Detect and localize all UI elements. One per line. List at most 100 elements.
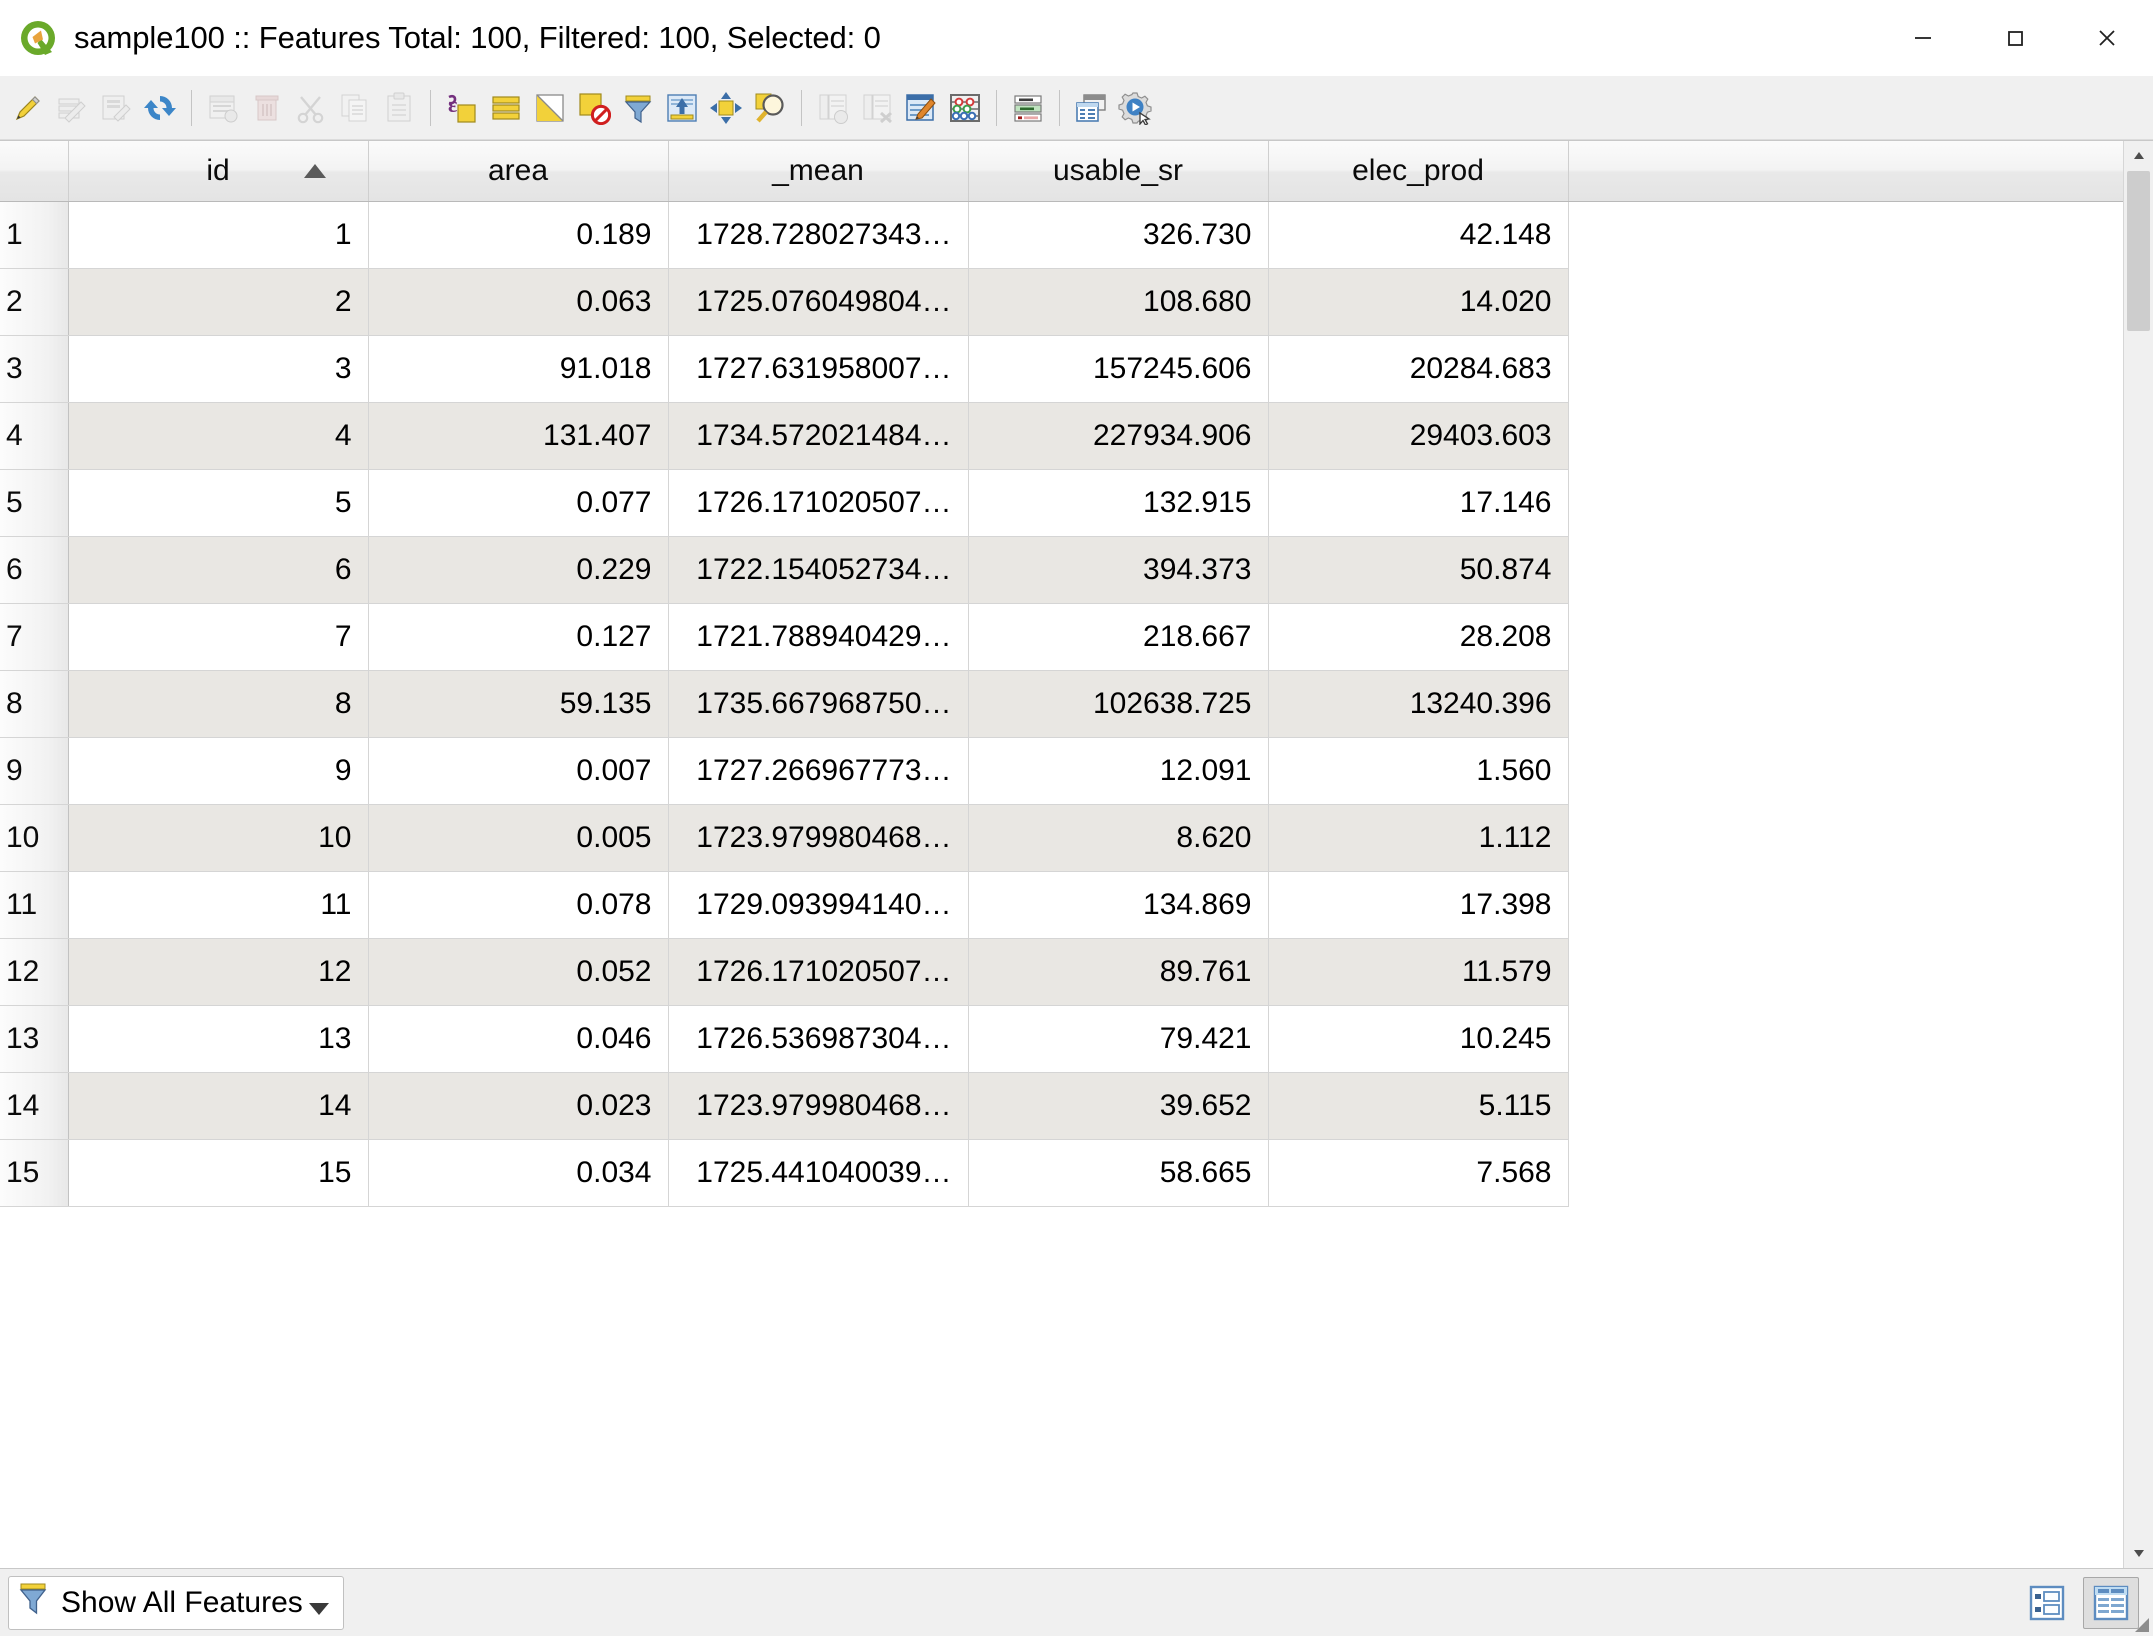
row-header-corner[interactable] bbox=[0, 141, 69, 202]
cell-usable-sr[interactable]: 108.680 bbox=[968, 268, 1269, 336]
cell-id[interactable]: 11 bbox=[68, 871, 369, 939]
cell-usable-sr[interactable]: 394.373 bbox=[968, 536, 1269, 604]
cell-area[interactable]: 0.077 bbox=[368, 469, 669, 537]
new-field-icon[interactable] bbox=[811, 82, 855, 134]
table-row[interactable]: 7 7 0.127 1721.788940429… 218.667 28.208 bbox=[0, 603, 2123, 671]
cell-area[interactable]: 0.023 bbox=[368, 1072, 669, 1140]
cell-area[interactable]: 0.078 bbox=[368, 871, 669, 939]
cell-elec-prod[interactable]: 17.398 bbox=[1268, 871, 1569, 939]
cell-area[interactable]: 0.005 bbox=[368, 804, 669, 872]
table-row[interactable]: 9 9 0.007 1727.266967773… 12.091 1.560 bbox=[0, 737, 2123, 805]
cell-elec-prod[interactable]: 29403.603 bbox=[1268, 402, 1569, 470]
cell-usable-sr[interactable]: 39.652 bbox=[968, 1072, 1269, 1140]
cell-usable-sr[interactable]: 102638.725 bbox=[968, 670, 1269, 738]
cell-id[interactable]: 7 bbox=[68, 603, 369, 671]
row-number-header[interactable]: 9 bbox=[0, 737, 69, 805]
cell-mean[interactable]: 1725.441040039… bbox=[668, 1139, 969, 1207]
row-number-header[interactable]: 2 bbox=[0, 268, 69, 336]
table-row[interactable]: 2 2 0.063 1725.076049804… 108.680 14.020 bbox=[0, 268, 2123, 336]
cell-elec-prod[interactable]: 11.579 bbox=[1268, 938, 1569, 1006]
cell-area[interactable]: 0.127 bbox=[368, 603, 669, 671]
row-number-header[interactable]: 3 bbox=[0, 335, 69, 403]
cell-elec-prod[interactable]: 1.560 bbox=[1268, 737, 1569, 805]
show-all-features-button[interactable]: Show All Features bbox=[8, 1575, 344, 1630]
cell-usable-sr[interactable]: 157245.606 bbox=[968, 335, 1269, 403]
organize-columns-icon[interactable] bbox=[899, 82, 943, 134]
row-number-header[interactable]: 6 bbox=[0, 536, 69, 604]
cell-id[interactable]: 1 bbox=[68, 201, 369, 269]
cell-usable-sr[interactable]: 132.915 bbox=[968, 469, 1269, 537]
cell-usable-sr[interactable]: 8.620 bbox=[968, 804, 1269, 872]
cell-mean[interactable]: 1723.979980468… bbox=[668, 804, 969, 872]
cell-area[interactable]: 131.407 bbox=[368, 402, 669, 470]
field-calculator-icon[interactable] bbox=[943, 82, 987, 134]
cell-mean[interactable]: 1723.979980468… bbox=[668, 1072, 969, 1140]
multi-edit-icon[interactable] bbox=[50, 82, 94, 134]
cell-elec-prod[interactable]: 17.146 bbox=[1268, 469, 1569, 537]
cell-mean[interactable]: 1722.154052734… bbox=[668, 536, 969, 604]
deselect-all-icon[interactable] bbox=[572, 82, 616, 134]
cell-id[interactable]: 13 bbox=[68, 1005, 369, 1073]
cell-elec-prod[interactable]: 28.208 bbox=[1268, 603, 1569, 671]
cell-mean[interactable]: 1726.171020507… bbox=[668, 469, 969, 537]
maximize-button[interactable] bbox=[1969, 0, 2061, 75]
column-header-mean[interactable]: _mean bbox=[668, 141, 969, 202]
cell-id[interactable]: 12 bbox=[68, 938, 369, 1006]
row-number-header[interactable]: 1 bbox=[0, 201, 69, 269]
scroll-up-arrow-icon[interactable] bbox=[2124, 141, 2153, 171]
cell-area[interactable]: 0.034 bbox=[368, 1139, 669, 1207]
table-row[interactable]: 12 12 0.052 1726.171020507… 89.761 11.579 bbox=[0, 938, 2123, 1006]
row-number-header[interactable]: 4 bbox=[0, 402, 69, 470]
table-row[interactable]: 1 1 0.189 1728.728027343… 326.730 42.148 bbox=[0, 201, 2123, 269]
cell-elec-prod[interactable]: 42.148 bbox=[1268, 201, 1569, 269]
row-number-header[interactable]: 7 bbox=[0, 603, 69, 671]
cell-area[interactable]: 0.007 bbox=[368, 737, 669, 805]
cell-area[interactable]: 0.046 bbox=[368, 1005, 669, 1073]
row-number-header[interactable]: 11 bbox=[0, 871, 69, 939]
cell-mean[interactable]: 1734.572021484… bbox=[668, 402, 969, 470]
cell-id[interactable]: 8 bbox=[68, 670, 369, 738]
paste-features-icon[interactable] bbox=[377, 82, 421, 134]
form-view-button[interactable] bbox=[2019, 1577, 2075, 1629]
row-number-header[interactable]: 13 bbox=[0, 1005, 69, 1073]
cell-id[interactable]: 6 bbox=[68, 536, 369, 604]
cell-elec-prod[interactable]: 5.115 bbox=[1268, 1072, 1569, 1140]
pan-to-selection-icon[interactable] bbox=[704, 82, 748, 134]
cell-id[interactable]: 4 bbox=[68, 402, 369, 470]
cell-id[interactable]: 14 bbox=[68, 1072, 369, 1140]
cell-usable-sr[interactable]: 79.421 bbox=[968, 1005, 1269, 1073]
column-header-id[interactable]: id bbox=[68, 141, 369, 202]
toggle-editing-icon[interactable] bbox=[6, 82, 50, 134]
row-number-header[interactable]: 15 bbox=[0, 1139, 69, 1207]
invert-selection-icon[interactable] bbox=[528, 82, 572, 134]
row-number-header[interactable]: 10 bbox=[0, 804, 69, 872]
attribute-table-scroll[interactable]: id area _mean usable_sr elec_prod 1 1 0.18… bbox=[0, 141, 2123, 1568]
run-actions-icon[interactable] bbox=[1113, 82, 1157, 134]
conditional-formatting-icon[interactable] bbox=[1006, 82, 1050, 134]
cell-mean[interactable]: 1721.788940429… bbox=[668, 603, 969, 671]
table-row[interactable]: 5 5 0.077 1726.171020507… 132.915 17.146 bbox=[0, 469, 2123, 537]
cell-mean[interactable]: 1728.728027343… bbox=[668, 201, 969, 269]
cell-area[interactable]: 0.052 bbox=[368, 938, 669, 1006]
cell-area[interactable]: 59.135 bbox=[368, 670, 669, 738]
select-all-icon[interactable] bbox=[484, 82, 528, 134]
table-row[interactable]: 13 13 0.046 1726.536987304… 79.421 10.245 bbox=[0, 1005, 2123, 1073]
cell-mean[interactable]: 1727.266967773… bbox=[668, 737, 969, 805]
table-row[interactable]: 14 14 0.023 1723.979980468… 39.652 5.115 bbox=[0, 1072, 2123, 1140]
cell-mean[interactable]: 1729.093994140… bbox=[668, 871, 969, 939]
zoom-to-selection-icon[interactable] bbox=[748, 82, 792, 134]
vertical-scroll-thumb[interactable] bbox=[2127, 171, 2150, 331]
add-feature-icon[interactable] bbox=[201, 82, 245, 134]
select-by-expression-icon[interactable]: ε bbox=[440, 82, 484, 134]
minimize-button[interactable] bbox=[1877, 0, 1969, 75]
cell-id[interactable]: 3 bbox=[68, 335, 369, 403]
cell-id[interactable]: 2 bbox=[68, 268, 369, 336]
column-header-area[interactable]: area bbox=[368, 141, 669, 202]
cell-area[interactable]: 0.189 bbox=[368, 201, 669, 269]
dock-attribute-table-icon[interactable] bbox=[1069, 82, 1113, 134]
cell-id[interactable]: 10 bbox=[68, 804, 369, 872]
cell-usable-sr[interactable]: 218.667 bbox=[968, 603, 1269, 671]
cell-usable-sr[interactable]: 89.761 bbox=[968, 938, 1269, 1006]
cell-id[interactable]: 9 bbox=[68, 737, 369, 805]
table-row[interactable]: 3 3 91.018 1727.631958007… 157245.606 20284.6… bbox=[0, 335, 2123, 403]
